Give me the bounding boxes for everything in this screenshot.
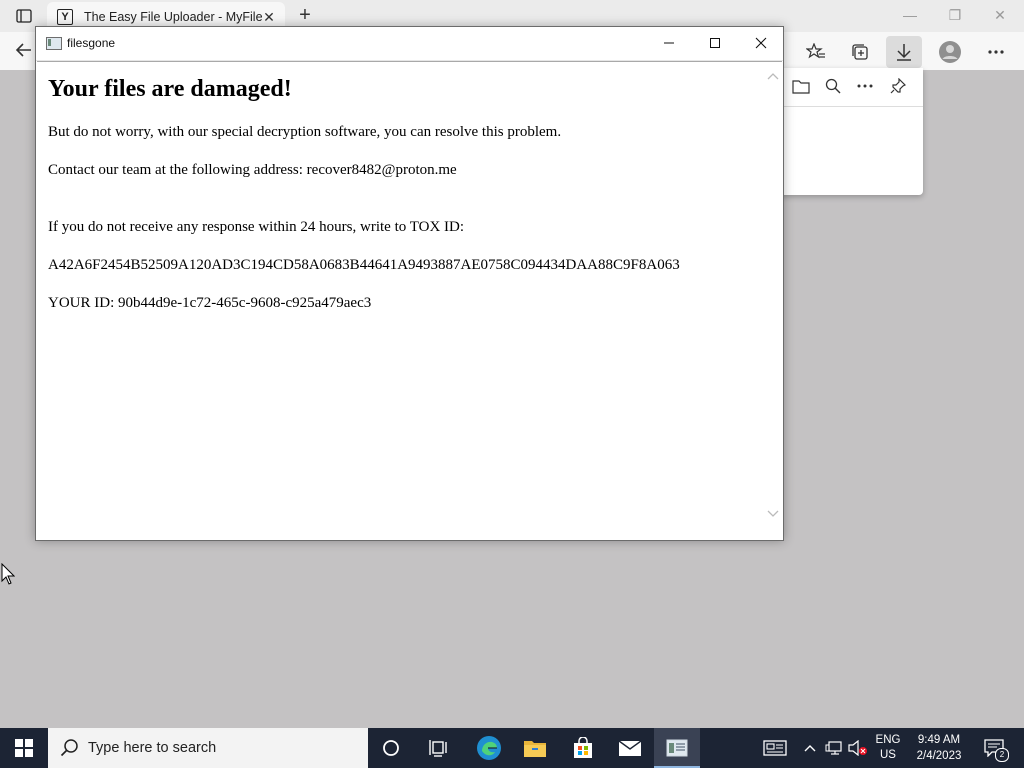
minimize-icon[interactable]: — [895,4,925,26]
mail-icon[interactable] [607,728,653,768]
divider [770,106,923,107]
minimize-icon[interactable] [649,31,689,55]
tab-title: The Easy File Uploader - MyFile [84,10,263,24]
maximize-icon[interactable] [695,31,735,55]
clock-time: 9:49 AM [917,734,961,746]
plus-icon[interactable]: + [294,4,316,26]
downloads-panel [770,68,923,195]
windows-logo-icon[interactable] [0,728,48,768]
tox-id-text: A42A6F2454B52509A120AD3C194CD58A0683B446… [48,257,680,273]
language-indicator[interactable]: ENG US [872,728,904,768]
download-icon[interactable] [886,36,922,68]
chevron-up-icon[interactable] [767,72,779,84]
window-title: filesgone [67,36,116,50]
volume-muted-icon[interactable] [846,728,870,768]
tab-actions-icon[interactable] [12,5,36,27]
victim-id-text: YOUR ID: 90b44d9e-1c72-465c-9608-c925a47… [48,295,372,311]
app-window-icon [46,37,62,50]
lang-region: US [880,749,896,761]
tab-favicon-icon: Y [57,9,73,25]
taskbar: Type here to search ENG US 9:49 AM 2/4/2… [0,728,1024,768]
search-icon [60,738,80,758]
search-icon[interactable] [822,76,844,96]
note-heading: Your files are damaged! [48,76,292,102]
task-view-icon[interactable] [416,728,462,768]
cortana-icon[interactable] [368,728,414,768]
edge-icon[interactable] [466,728,512,768]
app-window-icon[interactable] [654,728,700,768]
close-icon[interactable]: ✕ [985,4,1015,26]
clock[interactable]: 9:49 AM 2/4/2023 [908,728,970,768]
note-paragraph: But do not worry, with our special decry… [48,124,562,140]
lang-code: ENG [875,734,901,746]
file-explorer-icon[interactable] [512,728,558,768]
window-titlebar[interactable]: filesgone [36,27,783,61]
contact-email-text: Contact our team at the following addres… [48,162,457,178]
restore-icon[interactable]: ❐ [940,4,970,26]
scrollbar[interactable] [765,62,782,539]
note-paragraph: If you do not receive any response withi… [48,219,465,235]
search-placeholder: Type here to search [88,740,217,756]
news-icon[interactable] [760,728,790,768]
taskbar-search-box[interactable]: Type here to search [48,728,368,768]
chevron-down-icon[interactable] [767,510,779,522]
mouse-cursor-icon [1,562,16,585]
chevron-up-icon[interactable] [800,728,820,768]
notification-count-badge: 2 [995,748,1009,762]
clock-date: 2/4/2023 [916,750,962,762]
network-icon[interactable] [822,728,846,768]
more-icon[interactable] [854,76,876,96]
notifications-icon[interactable]: 2 [980,728,1009,768]
profile-icon[interactable] [936,40,964,64]
store-icon[interactable] [560,728,606,768]
folder-icon[interactable] [790,76,812,96]
close-icon[interactable] [741,31,781,55]
collections-icon[interactable] [846,40,874,64]
ransom-note-window: filesgone Your files are damaged! But do… [35,26,784,541]
favorites-icon[interactable] [802,40,830,64]
note-content: Your files are damaged! But do not worry… [37,61,782,540]
more-icon[interactable] [982,40,1010,64]
close-icon[interactable]: ✕ [261,9,277,25]
pin-icon[interactable] [887,76,909,96]
